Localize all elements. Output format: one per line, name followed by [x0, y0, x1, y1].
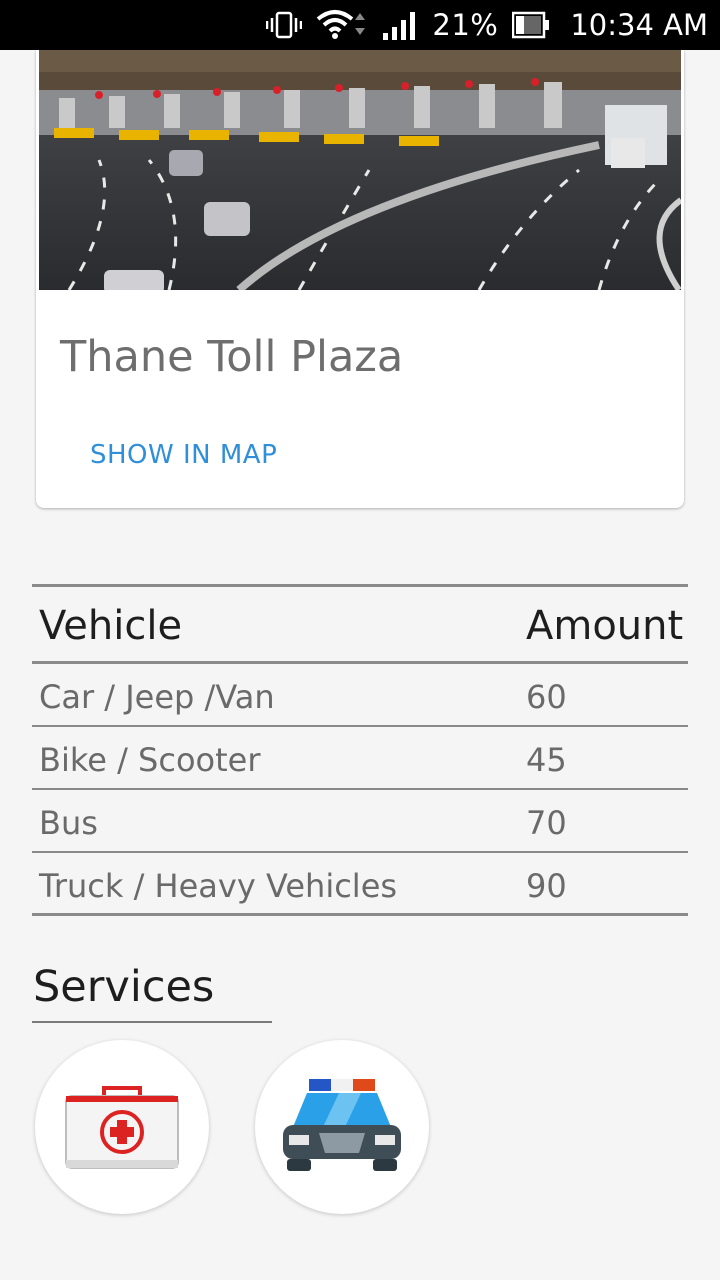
vehicle-cell: Bus [39, 804, 98, 842]
battery-percent: 21% [432, 8, 499, 42]
first-aid-kit-icon [65, 1086, 179, 1169]
vehicle-cell: Bike / Scooter [39, 741, 261, 779]
police-car-icon [283, 1079, 401, 1171]
amount-cell: 90 [526, 867, 567, 905]
table-row: Car / Jeep /Van 60 [32, 664, 688, 727]
show-in-map-button[interactable]: SHOW IN MAP [90, 440, 277, 470]
amount-cell: 45 [526, 741, 567, 779]
services-heading: Services [33, 962, 215, 1012]
table-row: Bike / Scooter 45 [32, 727, 688, 790]
wifi-icon [316, 9, 368, 41]
table-header-row: Vehicle Amount [32, 587, 688, 664]
police-service-button[interactable] [255, 1040, 429, 1214]
services-divider [32, 1021, 272, 1023]
clock: 10:34 AM [570, 8, 708, 42]
vibrate-icon [266, 10, 303, 40]
battery-icon [512, 10, 550, 40]
vehicle-cell: Truck / Heavy Vehicles [39, 867, 398, 905]
fare-table: Vehicle Amount Car / Jeep /Van 60 Bike /… [32, 584, 688, 916]
medical-service-button[interactable] [35, 1040, 209, 1214]
amount-column-header: Amount [526, 603, 684, 649]
amount-cell: 60 [526, 678, 567, 716]
table-row: Truck / Heavy Vehicles 90 [32, 853, 688, 916]
place-card: Thane Toll Plaza SHOW IN MAP [36, 50, 684, 508]
amount-cell: 70 [526, 804, 567, 842]
signal-icon [382, 9, 418, 41]
vehicle-cell: Car / Jeep /Van [39, 678, 275, 716]
table-row: Bus 70 [32, 790, 688, 853]
place-title: Thane Toll Plaza [60, 332, 404, 382]
status-bar: 21% 10:34 AM [0, 0, 720, 50]
vehicle-column-header: Vehicle [39, 603, 183, 649]
toll-plaza-photo [39, 50, 681, 290]
